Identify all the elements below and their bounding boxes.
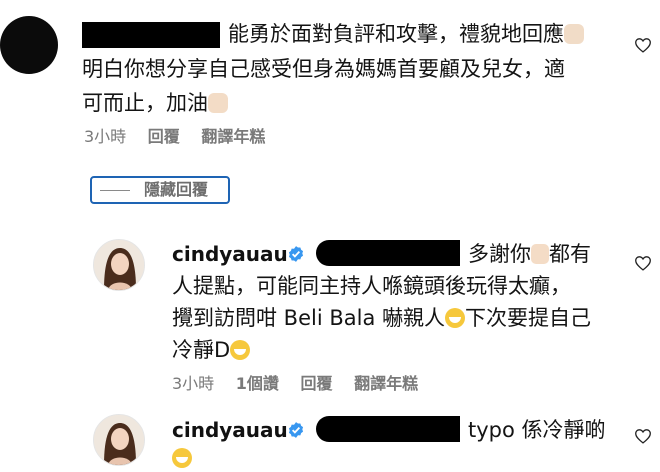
grinning-sweat-emoji-icon xyxy=(172,448,192,468)
comment-text-line-2: 明白你想分享自己感受但身為媽媽首要顧及兒女，適 xyxy=(82,57,565,81)
likes-count[interactable]: 1個讚 xyxy=(236,374,279,393)
hide-replies-button[interactable]: 隱藏回覆 xyxy=(90,176,230,204)
translate-button[interactable]: 翻譯年糕 xyxy=(201,127,265,146)
reply-text-line-2: 人提點，可能同主持人喺鏡頭後玩得太癲， xyxy=(172,274,571,298)
reply-meta: 3小時 1個讚 回覆 翻譯年糕 xyxy=(172,374,434,394)
comment-text-line-3: 可而止，加油 xyxy=(82,89,228,117)
hide-replies-label: 隱藏回覆 xyxy=(144,180,209,199)
avatar[interactable] xyxy=(93,414,145,466)
thumbs-up-emoji-icon xyxy=(564,24,584,44)
verified-badge-icon xyxy=(288,246,304,262)
reply-username[interactable]: cindyauau xyxy=(172,240,288,268)
reply-username[interactable]: cindyauau xyxy=(172,416,288,444)
divider xyxy=(100,190,130,191)
flexed-biceps-emoji-icon xyxy=(208,93,228,113)
reply-text-line-1: typo 係冷靜啲 xyxy=(468,418,606,442)
verified-badge-icon xyxy=(288,422,304,438)
reply-time: 3小時 xyxy=(172,374,215,393)
reply-button[interactable]: 回覆 xyxy=(148,127,180,146)
reply-text-line-3: 攪到訪問咁 Beli Bala 嚇親人 下次要提自己 xyxy=(172,306,591,330)
redacted-mention xyxy=(316,416,460,442)
reply-text-line-1: 多謝你 都有 xyxy=(468,242,591,266)
grinning-sweat-emoji-icon xyxy=(445,308,465,328)
grinning-sweat-emoji-icon xyxy=(230,340,251,360)
redacted-username xyxy=(82,22,220,48)
translate-button[interactable]: 翻譯年糕 xyxy=(354,374,418,393)
heart-outline-icon[interactable] xyxy=(634,37,652,53)
redacted-mention xyxy=(316,240,460,266)
reply-text-line-4: 冷靜D xyxy=(172,336,251,364)
reply-text-line-2 xyxy=(172,444,192,472)
folded-hands-emoji-icon xyxy=(531,244,549,264)
heart-outline-icon[interactable] xyxy=(634,428,652,444)
reply-button[interactable]: 回覆 xyxy=(300,374,332,393)
comment-text-line-1: 能勇於面對負評和攻擊，禮貌地回應 xyxy=(228,20,584,48)
comment-meta: 3小時 回覆 翻譯年糕 xyxy=(84,127,281,147)
commenter-avatar[interactable] xyxy=(0,16,58,74)
avatar[interactable] xyxy=(93,239,145,291)
heart-outline-icon[interactable] xyxy=(634,255,652,271)
comment-time: 3小時 xyxy=(84,127,127,146)
